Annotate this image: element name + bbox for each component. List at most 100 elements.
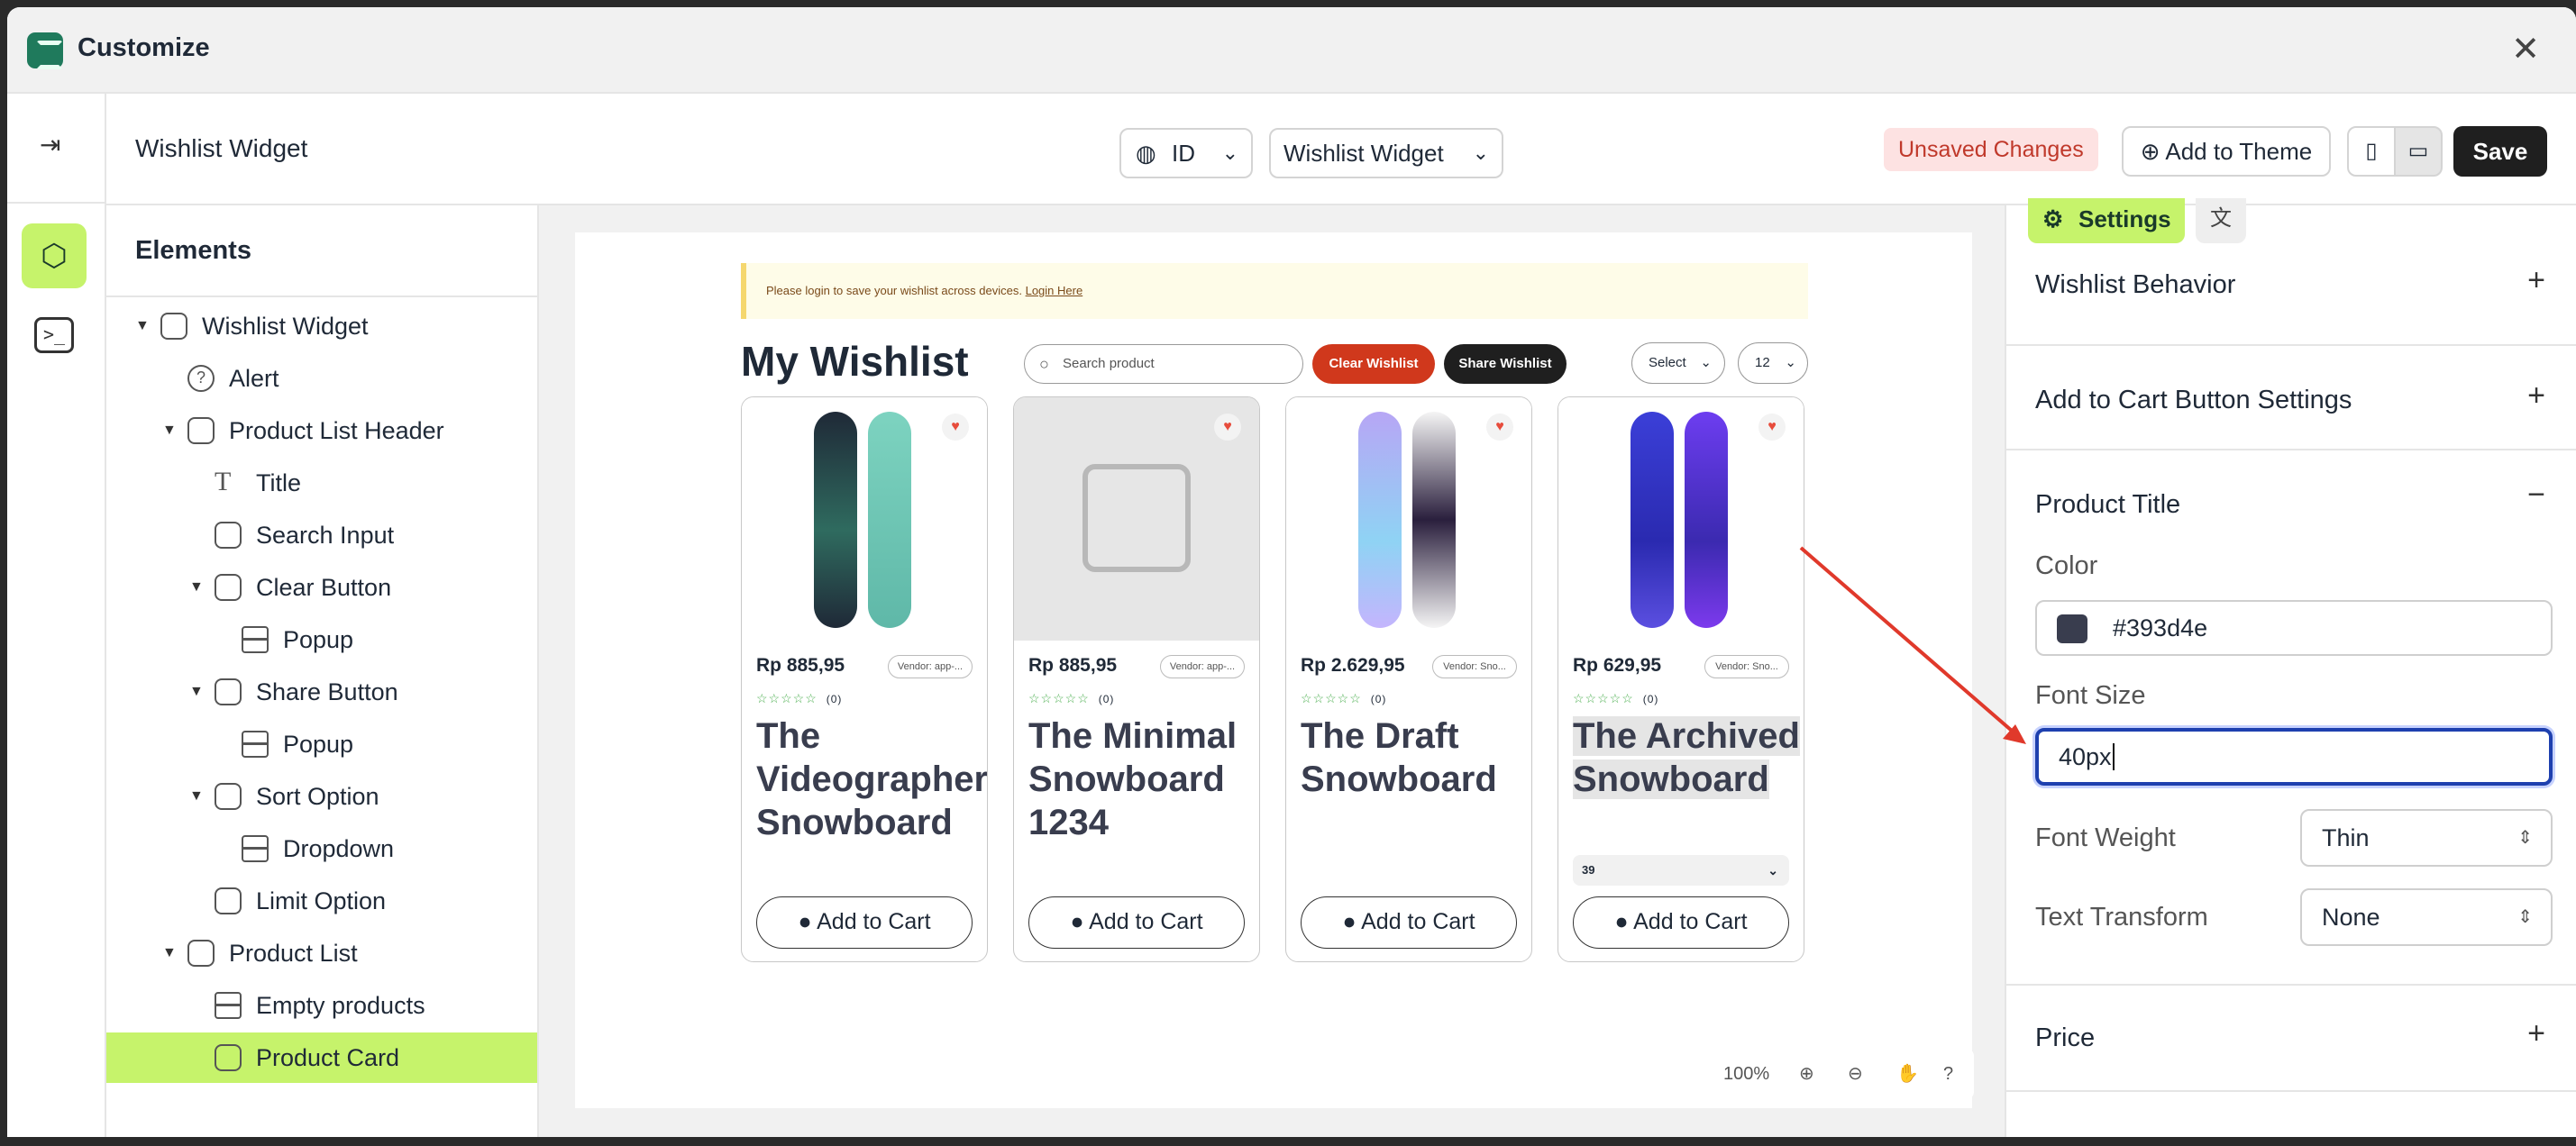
tree-item-share-button[interactable]: ▼ Share Button	[106, 667, 537, 717]
heart-icon[interactable]: ♥	[942, 414, 969, 441]
variant-select[interactable]: 39 ⌄	[1573, 855, 1789, 886]
product-title-text: The Archived Snowboard	[1573, 716, 1800, 799]
heart-icon[interactable]: ♥	[1214, 414, 1241, 441]
product-card[interactable]: ♥ Rp 885,95 Vendor: app-... ☆☆☆☆☆ (0) The…	[741, 396, 988, 962]
tree-item-label: Product Card	[256, 1044, 400, 1071]
sort-select[interactable]: Select ⌄	[1631, 342, 1725, 384]
desktop-view-icon[interactable]: ▭	[2394, 126, 2443, 177]
close-icon[interactable]: ✕	[2511, 29, 2540, 69]
tree-item-limit-option[interactable]: Limit Option	[106, 876, 537, 926]
limit-select[interactable]: 12 ⌄	[1738, 342, 1808, 384]
text-icon: T	[215, 467, 232, 496]
caret-down-icon: ▼	[189, 788, 204, 804]
tree-item-search-input[interactable]: Search Input	[106, 510, 537, 560]
share-wishlist-button[interactable]: Share Wishlist	[1444, 344, 1567, 384]
plus-circle-icon: ⊕	[2140, 138, 2166, 165]
tree-item-popup[interactable]: Popup	[106, 614, 537, 665]
plus-icon[interactable]: +	[2527, 263, 2545, 298]
select-icon	[215, 783, 242, 810]
tree-item-wishlist-widget[interactable]: ▼ Wishlist Widget	[106, 301, 537, 351]
section-price[interactable]: Price +	[2006, 986, 2576, 1092]
language-select[interactable]: ◍ ID ⌄	[1119, 128, 1253, 178]
section-title: Product Title	[2035, 490, 2181, 519]
font-size-label: Font Size	[2035, 681, 2146, 710]
zoom-in-icon[interactable]: ⊕	[1799, 1049, 1814, 1099]
help-icon[interactable]: ?	[1943, 1049, 1953, 1099]
terminal-icon[interactable]: >_	[34, 317, 74, 353]
review-count: (0)	[826, 693, 843, 705]
add-to-cart-label: Add to Cart	[1361, 909, 1475, 934]
search-input[interactable]: Search product	[1024, 344, 1303, 384]
tab-settings[interactable]: Settings	[2028, 198, 2185, 243]
tree-item-product-card[interactable]: Product Card	[106, 1032, 537, 1083]
vendor-badge: Vendor: Sno...	[1704, 655, 1789, 678]
product-price: Rp 885,95	[1028, 655, 1118, 676]
product-card[interactable]: ♥ Rp 2.629,95 Vendor: Sno... ☆☆☆☆☆ (0) Th…	[1285, 396, 1532, 962]
clear-wishlist-button[interactable]: Clear Wishlist	[1312, 344, 1435, 384]
review-count: (0)	[1098, 693, 1115, 705]
rail-divider	[7, 202, 106, 204]
vendor-badge: Vendor: app-...	[1160, 655, 1245, 678]
add-to-cart-button[interactable]: ● Add to Cart	[1028, 896, 1245, 949]
section-title: Wishlist Behavior	[2035, 270, 2236, 299]
translate-icon[interactable]: 文	[2196, 198, 2246, 243]
save-button[interactable]: Save	[2453, 126, 2547, 177]
popup-icon	[242, 731, 269, 758]
color-field[interactable]: #393d4e	[2035, 600, 2553, 656]
tree-item-dropdown[interactable]: Dropdown	[106, 823, 537, 874]
heart-icon[interactable]: ♥	[1758, 414, 1786, 441]
tree-item-product-list[interactable]: ▼ Product List	[106, 928, 537, 978]
product-title-selected[interactable]: The Archived Snowboard	[1573, 714, 1804, 801]
mobile-view-icon[interactable]: ▯	[2347, 126, 2396, 177]
plus-icon[interactable]: +	[2527, 378, 2545, 414]
add-to-theme-button[interactable]: ⊕ Add to Theme	[2122, 126, 2331, 177]
product-image-placeholder: ♥	[1014, 397, 1259, 641]
image-placeholder-icon	[1082, 464, 1191, 572]
elements-cube-icon[interactable]: ⬡	[22, 223, 87, 288]
product-title[interactable]: The Videographer Snowboard	[756, 714, 987, 844]
tree-item-sort-option[interactable]: ▼ Sort Option	[106, 771, 537, 822]
button-icon	[215, 678, 242, 705]
product-title[interactable]: The Draft Snowboard	[1301, 714, 1531, 801]
exit-icon[interactable]: ⇥	[40, 130, 60, 159]
heart-icon[interactable]: ♥	[1486, 414, 1513, 441]
tree-item-popup[interactable]: Popup	[106, 719, 537, 769]
zoom-out-icon[interactable]: ⊖	[1848, 1049, 1863, 1099]
tree-item-title[interactable]: T Title	[106, 458, 537, 508]
button-icon	[215, 574, 242, 601]
tree-item-clear-button[interactable]: ▼ Clear Button	[106, 562, 537, 613]
unsaved-badge: Unsaved Changes	[1884, 128, 2098, 171]
wishlist-title: My Wishlist	[741, 338, 969, 385]
product-card[interactable]: ♥ Rp 885,95 Vendor: app-... ☆☆☆☆☆ (0) The…	[1013, 396, 1260, 962]
text-transform-select[interactable]: None ⇕	[2300, 888, 2553, 946]
add-to-cart-button[interactable]: ● Add to Cart	[1573, 896, 1789, 949]
template-select[interactable]: Wishlist Widget ⌄	[1269, 128, 1503, 178]
tree-item-empty-products[interactable]: Empty products	[106, 980, 537, 1031]
snowboard-graphic	[868, 412, 911, 628]
tree-item-label: Product List Header	[229, 417, 444, 444]
widget-icon	[187, 940, 215, 967]
product-card[interactable]: ♥ Rp 629,95 Vendor: Sno... ☆☆☆☆☆ (0) The …	[1557, 396, 1804, 962]
login-link[interactable]: Login Here	[1026, 284, 1083, 297]
product-title[interactable]: The Minimal Snowboard 1234	[1028, 714, 1259, 844]
add-to-cart-button[interactable]: ● Add to Cart	[756, 896, 973, 949]
chevron-down-icon: ⌄	[1785, 355, 1796, 370]
add-to-cart-button[interactable]: ● Add to Cart	[1301, 896, 1517, 949]
font-weight-select[interactable]: Thin ⇕	[2300, 809, 2553, 867]
font-size-value: 40px	[2059, 743, 2112, 770]
section-wishlist-behavior[interactable]: Wishlist Behavior +	[2006, 243, 2576, 346]
hand-icon[interactable]: ✋	[1896, 1049, 1919, 1099]
tree-item-alert[interactable]: ? Alert	[106, 353, 537, 404]
zoom-controls: 100% ⊕ ⊖ ✋ ?	[1713, 1049, 1974, 1099]
zoom-level: 100%	[1723, 1064, 1770, 1084]
login-alert: Please login to save your wishlist acros…	[741, 263, 1808, 319]
section-add-to-cart-settings[interactable]: Add to Cart Button Settings +	[2006, 346, 2576, 450]
cart-dot-icon: ●	[798, 909, 818, 934]
star-rating: ☆☆☆☆☆ (0)	[756, 691, 843, 705]
settings-panel: Settings 文 Wishlist Behavior + Add to Ca…	[2005, 198, 2576, 1137]
color-swatch[interactable]	[2057, 614, 2087, 643]
minus-icon[interactable]: −	[2527, 478, 2545, 513]
font-size-input[interactable]: 40px	[2035, 728, 2553, 786]
plus-icon[interactable]: +	[2527, 1016, 2545, 1051]
tree-item-product-list-header[interactable]: ▼ Product List Header	[106, 405, 537, 456]
